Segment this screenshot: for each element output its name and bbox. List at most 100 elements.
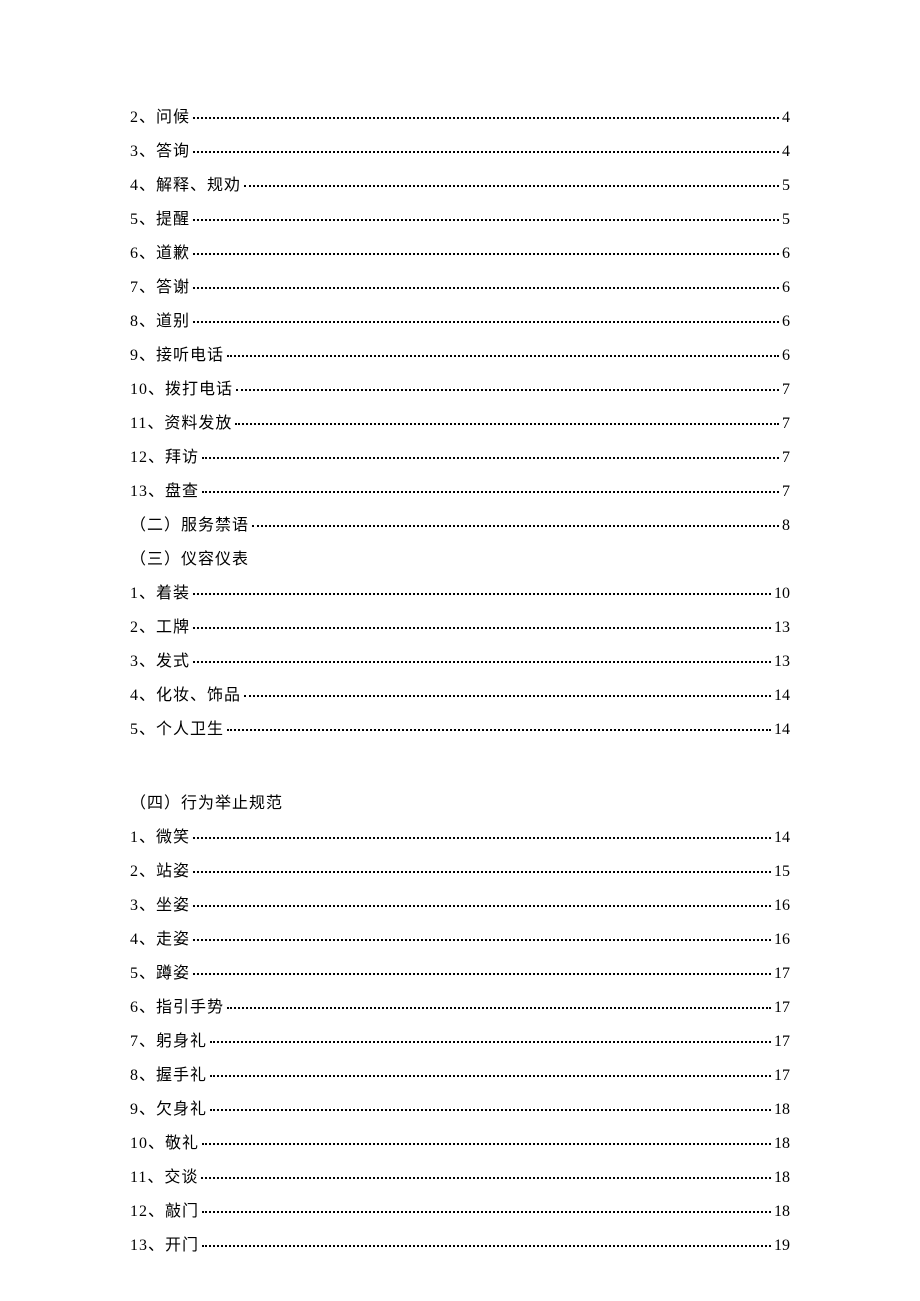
toc-entry: 13、盘查7	[130, 484, 790, 500]
document-page: 2、问候 4 3、答询4 4、解释、规劝5 5、提醒 5 6、道歉6 7、答谢6 8、道别6 9、…	[0, 0, 920, 1301]
toc-label: （三）仪容仪表	[130, 552, 249, 568]
toc-leader-dots	[193, 278, 779, 289]
toc-page-number: 6	[782, 314, 790, 330]
toc-page-number: 7	[782, 484, 790, 500]
toc-page-number: 13	[774, 654, 790, 670]
toc-label: 4、解释、规劝	[130, 178, 241, 194]
toc-entry: 4、解释、规劝5	[130, 178, 790, 194]
toc-label: 11、资料发放	[130, 416, 232, 432]
toc-leader-dots	[244, 176, 779, 187]
toc-leader-dots	[193, 584, 771, 595]
toc-label: 3、发式	[130, 654, 190, 670]
toc-section-heading: （三）仪容仪表	[130, 552, 790, 568]
toc-entry: 11、交谈 18	[130, 1170, 790, 1186]
toc-page-number: 17	[774, 966, 790, 982]
toc-page-number: 7	[782, 416, 790, 432]
toc-label: 3、坐姿	[130, 898, 190, 914]
toc-leader-dots	[193, 964, 771, 975]
toc-leader-dots	[227, 998, 771, 1009]
toc-entry: 11、资料发放 7	[130, 416, 790, 432]
toc-label: 6、指引手势	[130, 1000, 224, 1016]
toc-entry: 6、道歉6	[130, 246, 790, 262]
toc-label: 7、躬身礼	[130, 1034, 207, 1050]
toc-page-number: 7	[782, 382, 790, 398]
toc-label: 2、站姿	[130, 864, 190, 880]
toc-leader-dots	[193, 828, 771, 839]
toc-label: 4、化妆、饰品	[130, 688, 241, 704]
toc-page-number: 16	[774, 898, 790, 914]
toc-entry: 2、问候 4	[130, 110, 790, 126]
toc-entry: 4、走姿16	[130, 932, 790, 948]
toc-label: （四）行为举止规范	[130, 796, 283, 812]
toc-label: 8、握手礼	[130, 1068, 207, 1084]
toc-entry: 6、指引手势17	[130, 1000, 790, 1016]
toc-page-number: 15	[774, 864, 790, 880]
toc-entry: 12、敲门18	[130, 1204, 790, 1220]
toc-page-number: 13	[774, 620, 790, 636]
toc-entry: 3、发式 13	[130, 654, 790, 670]
toc-label: 1、微笑	[130, 830, 190, 846]
toc-page-number: 10	[774, 586, 790, 602]
toc-leader-dots	[193, 618, 771, 629]
toc-label: 5、个人卫生	[130, 722, 224, 738]
toc-entry: 5、蹲姿17	[130, 966, 790, 982]
toc-page-number: 14	[774, 830, 790, 846]
toc-label: 9、欠身礼	[130, 1102, 207, 1118]
toc-label: 13、开门	[130, 1238, 199, 1254]
toc-page-number: 6	[782, 348, 790, 364]
toc-label: 10、敬礼	[130, 1136, 199, 1152]
toc-page-number: 18	[774, 1102, 790, 1118]
toc-entry: 10、敬礼 18	[130, 1136, 790, 1152]
table-of-contents: 2、问候 4 3、答询4 4、解释、规劝5 5、提醒 5 6、道歉6 7、答谢6 8、道别6 9、…	[130, 110, 790, 1254]
toc-label: （二）服务禁语	[130, 518, 249, 534]
toc-page-number: 17	[774, 1034, 790, 1050]
toc-label: 3、答询	[130, 144, 190, 160]
toc-leader-dots	[202, 1134, 771, 1145]
toc-section-heading: （二）服务禁语 8	[130, 518, 790, 534]
toc-page-number: 18	[774, 1170, 790, 1186]
toc-leader-dots	[210, 1032, 771, 1043]
toc-entry: 5、提醒 5	[130, 212, 790, 228]
toc-leader-dots	[210, 1066, 771, 1077]
toc-entry: 9、接听电话6	[130, 348, 790, 364]
toc-entry: 8、道别6	[130, 314, 790, 330]
toc-page-number: 5	[782, 212, 790, 228]
toc-leader-dots	[202, 1236, 771, 1247]
toc-leader-dots	[193, 108, 779, 119]
toc-page-number: 14	[774, 722, 790, 738]
toc-page-number: 19	[774, 1238, 790, 1254]
toc-page-number: 8	[782, 518, 790, 534]
toc-page-number: 4	[782, 110, 790, 126]
toc-page-number: 7	[782, 450, 790, 466]
toc-entry: 7、答谢6	[130, 280, 790, 296]
toc-leader-dots	[227, 720, 771, 731]
toc-entry: 3、答询4	[130, 144, 790, 160]
toc-label: 2、工牌	[130, 620, 190, 636]
toc-label: 11、交谈	[130, 1170, 198, 1186]
toc-label: 12、拜访	[130, 450, 199, 466]
toc-page-number: 17	[774, 1068, 790, 1084]
toc-label: 12、敲门	[130, 1204, 199, 1220]
toc-label: 5、提醒	[130, 212, 190, 228]
toc-leader-dots	[201, 1168, 771, 1179]
toc-leader-dots	[193, 930, 771, 941]
toc-entry: 3、坐姿 16	[130, 898, 790, 914]
toc-leader-dots	[202, 482, 779, 493]
toc-leader-dots	[193, 896, 771, 907]
vertical-gap	[130, 756, 790, 796]
toc-entry: 2、站姿 15	[130, 864, 790, 880]
toc-entry: 9、欠身礼 18	[130, 1102, 790, 1118]
toc-page-number: 14	[774, 688, 790, 704]
toc-label: 10、拨打电话	[130, 382, 233, 398]
toc-leader-dots	[252, 516, 779, 527]
toc-entry: 12、拜访 7	[130, 450, 790, 466]
toc-leader-dots	[193, 862, 771, 873]
toc-leader-dots	[202, 1202, 771, 1213]
toc-leader-dots	[193, 312, 779, 323]
toc-entry: 13、开门 19	[130, 1238, 790, 1254]
toc-page-number: 18	[774, 1136, 790, 1152]
toc-entry: 4、化妆、饰品 14	[130, 688, 790, 704]
toc-entry: 7、躬身礼 17	[130, 1034, 790, 1050]
toc-entry: 5、个人卫生 14	[130, 722, 790, 738]
toc-label: 2、问候	[130, 110, 190, 126]
